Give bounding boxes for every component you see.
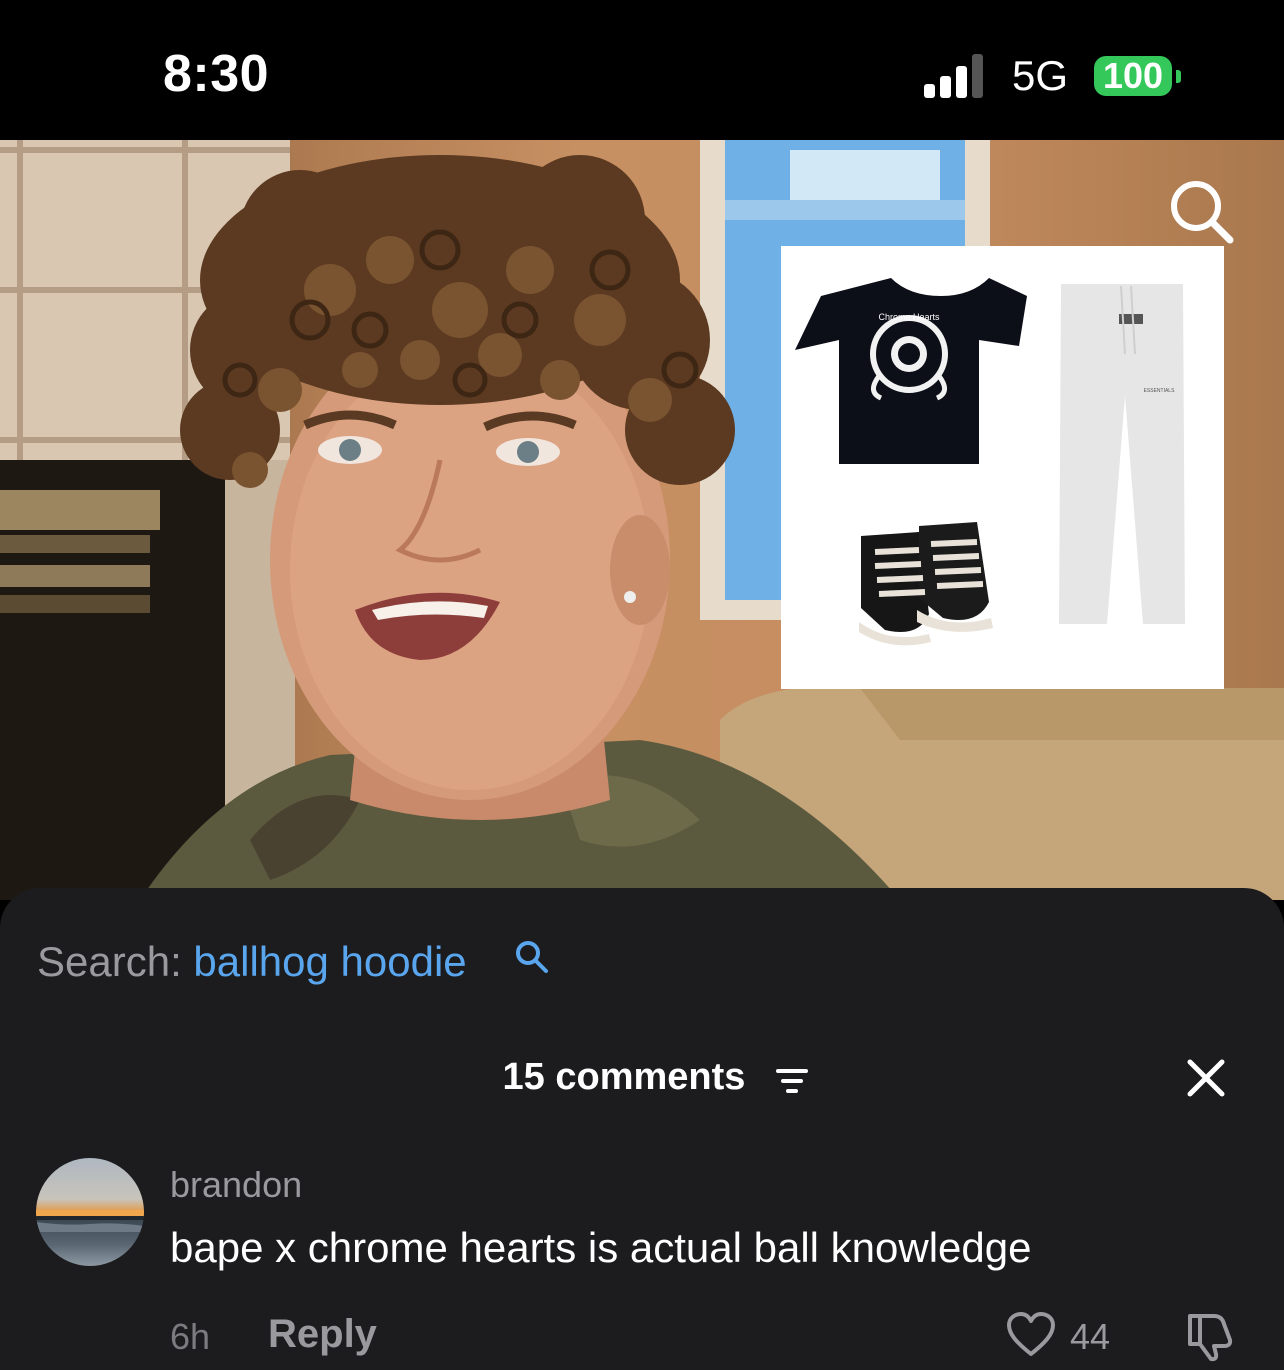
- search-prefix: Search:: [37, 938, 182, 985]
- comment-text: bape x chrome hearts is actual ball know…: [170, 1224, 1032, 1271]
- tshirt-image: Chrome Hearts: [795, 278, 1027, 464]
- battery-tip-icon: [1176, 70, 1181, 83]
- filter-icon[interactable]: [776, 1066, 808, 1096]
- battery-indicator: 100: [1094, 56, 1172, 96]
- cellular-signal-icon: [924, 54, 990, 98]
- search-suggestion[interactable]: Search: ballhog hoodie: [37, 938, 467, 986]
- heart-icon[interactable]: [1006, 1312, 1056, 1358]
- close-icon[interactable]: [1182, 1054, 1230, 1102]
- comments-sheet: Search: ballhog hoodie 15 comments brand…: [0, 888, 1284, 1370]
- pants-label: ESSENTIALS: [1144, 388, 1176, 394]
- thumbs-down-icon[interactable]: [1184, 1310, 1236, 1362]
- status-bar: 8:30 5G 100: [0, 0, 1284, 140]
- search-icon[interactable]: [1164, 174, 1236, 246]
- network-type: 5G: [1012, 52, 1069, 99]
- video-player[interactable]: Chrome Hearts ESSENTIALS: [0, 140, 1284, 900]
- sweatpants-image: ESSENTIALS: [1059, 284, 1185, 624]
- comments-header: 15 comments: [0, 1056, 1284, 1099]
- comments-count: 15 comments: [502, 1056, 746, 1098]
- outfit-collage[interactable]: Chrome Hearts ESSENTIALS: [781, 246, 1224, 689]
- search-term-link[interactable]: ballhog hoodie: [193, 938, 466, 985]
- tshirt-graphic-text: Chrome Hearts: [878, 312, 940, 322]
- reply-button[interactable]: Reply: [268, 1312, 377, 1357]
- search-suggestion-icon[interactable]: [513, 938, 553, 978]
- comment-username[interactable]: brandon: [170, 1164, 302, 1206]
- avatar[interactable]: [36, 1158, 144, 1266]
- sneakers-image: [859, 522, 993, 646]
- like-count: 44: [1070, 1316, 1111, 1357]
- comment-timestamp: 6h: [170, 1316, 211, 1357]
- status-time: 8:30: [163, 45, 270, 103]
